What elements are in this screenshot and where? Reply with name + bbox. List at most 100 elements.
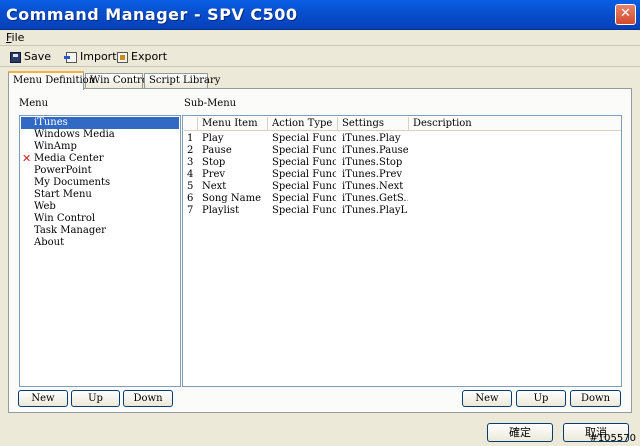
column-header-description[interactable]: Description xyxy=(409,117,621,131)
title-bar: Command Manager - SPV C500 ✕ xyxy=(0,0,640,30)
menu-item-label: PowerPoint xyxy=(34,165,92,176)
toolbar: Save Import Export xyxy=(0,47,640,67)
import-button[interactable]: Import xyxy=(64,49,117,65)
button-label: New xyxy=(475,393,499,404)
row-action-type: Special Func... xyxy=(272,181,336,192)
row-settings: iTunes.Stop xyxy=(342,157,403,168)
row-description xyxy=(413,133,613,145)
import-label: Import xyxy=(80,50,117,63)
list-item[interactable]: iTunes xyxy=(21,117,179,129)
row-description xyxy=(413,193,613,205)
save-button[interactable]: Save xyxy=(10,49,51,65)
row-menu-item: Prev xyxy=(202,169,226,180)
button-label: New xyxy=(31,393,55,404)
menu-item-label: Start Menu xyxy=(34,189,92,200)
list-item[interactable]: Windows Media xyxy=(20,129,180,141)
save-label: Save xyxy=(24,50,52,63)
ok-button[interactable]: 確定 xyxy=(487,423,553,442)
row-number: 7 xyxy=(187,205,194,216)
menu-item-label: Task Manager xyxy=(34,225,106,236)
tab-script-library[interactable]: Script Library xyxy=(144,73,220,89)
list-item[interactable]: About xyxy=(20,237,180,249)
table-row[interactable]: 1 Play Special Func... iTunes.Play xyxy=(183,133,621,145)
list-item[interactable]: ✕ Media Center xyxy=(20,153,180,165)
list-item[interactable]: PowerPoint xyxy=(20,165,180,177)
close-button[interactable]: ✕ xyxy=(615,4,636,25)
row-description xyxy=(413,169,613,181)
export-label: Export xyxy=(131,50,168,63)
list-item[interactable]: Start Menu xyxy=(20,189,180,201)
column-header-action-type[interactable]: Action Type xyxy=(268,117,338,131)
row-action-type: Special Func... xyxy=(272,205,336,216)
list-item[interactable]: Win Control xyxy=(20,213,180,225)
window-title: Command Manager - SPV C500 xyxy=(6,5,298,24)
button-label: Up xyxy=(533,393,549,404)
button-label: Down xyxy=(580,393,611,404)
row-settings: iTunes.GetS... xyxy=(342,193,408,204)
tab-menu-definition[interactable]: Menu Definition xyxy=(8,71,95,90)
row-number: 3 xyxy=(187,157,194,168)
menu-item-label: Media Center xyxy=(34,153,104,164)
menu-list[interactable]: iTunes Windows Media WinAmp ✕ Media Cente… xyxy=(19,115,181,387)
row-settings: iTunes.Play xyxy=(342,133,401,144)
row-description xyxy=(413,157,613,169)
list-item[interactable]: Web xyxy=(20,201,180,213)
menu-item-label: Web xyxy=(34,201,56,212)
table-row[interactable]: 6 Song Name Special Func... iTunes.GetS.… xyxy=(183,193,621,205)
table-row[interactable]: 5 Next Special Func... iTunes.Next xyxy=(183,181,621,193)
row-menu-item: Play xyxy=(202,133,224,144)
row-action-type: Special Func... xyxy=(272,133,336,144)
menu-down-button[interactable]: Down xyxy=(123,390,173,407)
menu-bar: File xyxy=(0,30,640,46)
export-icon xyxy=(117,51,128,63)
column-header-number[interactable] xyxy=(184,117,198,131)
row-settings: iTunes.Prev xyxy=(342,169,403,180)
menu-group-label: Menu xyxy=(19,98,49,109)
table-row[interactable]: 4 Prev Special Func... iTunes.Prev xyxy=(183,169,621,181)
row-description xyxy=(413,205,613,217)
submenu-new-button[interactable]: New xyxy=(462,390,512,407)
column-header-menu-item[interactable]: Menu Item xyxy=(198,117,268,131)
row-number: 5 xyxy=(187,181,194,192)
menu-up-button[interactable]: Up xyxy=(71,390,120,407)
submenu-down-button[interactable]: Down xyxy=(570,390,621,407)
row-action-type: Special Func... xyxy=(272,145,336,156)
menu-item-label: WinAmp xyxy=(34,141,77,152)
submenu-table[interactable]: Menu Item Action Type Settings Descripti… xyxy=(182,115,622,387)
row-settings: iTunes.Next xyxy=(342,181,404,192)
row-menu-item: Stop xyxy=(202,157,226,168)
row-action-type: Special Func... xyxy=(272,193,336,204)
table-row[interactable]: 3 Stop Special Func... iTunes.Stop xyxy=(183,157,621,169)
import-icon xyxy=(64,51,77,63)
menu-item-label: Windows Media xyxy=(34,129,115,140)
table-row[interactable]: 7 Playlist Special Func... iTunes.PlayL.… xyxy=(183,205,621,217)
menu-new-button[interactable]: New xyxy=(18,390,68,407)
row-number: 2 xyxy=(187,145,194,156)
row-number: 6 xyxy=(187,193,194,204)
row-action-type: Special Func... xyxy=(272,157,336,168)
row-action-type: Special Func... xyxy=(272,169,336,180)
row-number: 4 xyxy=(187,169,194,180)
tab-panel: Menu Sub-Menu iTunes Windows Media WinAm… xyxy=(8,88,632,413)
watermark: #105570 xyxy=(589,433,636,444)
list-item[interactable]: WinAmp xyxy=(20,141,180,153)
menu-item-label: iTunes xyxy=(34,117,68,128)
export-button[interactable]: Export xyxy=(117,49,167,65)
menu-item-label: Win Control xyxy=(34,213,96,224)
row-description xyxy=(413,145,613,157)
row-menu-item: Song Name xyxy=(202,193,262,204)
column-header-settings[interactable]: Settings xyxy=(338,117,409,131)
row-number: 1 xyxy=(187,133,194,144)
error-x-icon: ✕ xyxy=(22,152,32,165)
table-row[interactable]: 2 Pause Special Func... iTunes.Pause xyxy=(183,145,621,157)
row-menu-item: Next xyxy=(202,181,227,192)
list-item[interactable]: Task Manager xyxy=(20,225,180,237)
submenu-up-button[interactable]: Up xyxy=(516,390,566,407)
close-icon: ✕ xyxy=(620,6,631,21)
list-item[interactable]: My Documents xyxy=(20,177,180,189)
row-settings: iTunes.Pause xyxy=(342,145,408,156)
row-description xyxy=(413,181,613,193)
row-menu-item: Playlist xyxy=(202,205,240,216)
menu-file[interactable]: File xyxy=(6,31,24,44)
menu-item-label: My Documents xyxy=(34,177,111,188)
